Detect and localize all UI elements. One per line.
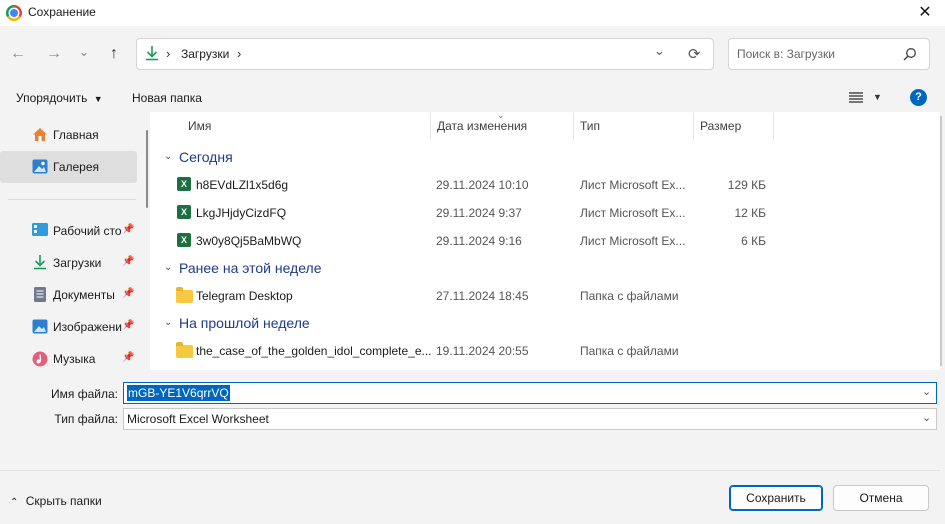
group-header-earlier-this-week[interactable]: Ранее на этой неделе [179, 260, 322, 276]
filename-input[interactable]: mGB-YE1V6qrrVQ ⌄ [123, 382, 937, 404]
hide-folders-button[interactable]: ⌃ Скрыть папки [10, 494, 102, 508]
search-input[interactable]: Поиск в: Загрузки [737, 47, 835, 61]
filename-value: mGB-YE1V6qrrVQ [127, 385, 230, 401]
chrome-icon [6, 5, 22, 21]
divider [0, 470, 940, 471]
chevron-up-icon: ⌃ [10, 497, 19, 508]
folder-icon [176, 342, 193, 358]
file-name: 3w0y8Qj5BaMbWQ [196, 234, 302, 248]
filetype-label: Тип файла: [54, 412, 118, 426]
documents-icon [34, 287, 46, 302]
file-date: 29.11.2024 10:10 [436, 178, 529, 192]
filename-label: Имя файла: [51, 387, 118, 401]
sidebar-item-label: Загрузки [53, 256, 102, 270]
group-collapse-icon[interactable]: ⌄ [164, 262, 172, 273]
pin-icon: 📌 [122, 224, 135, 235]
up-button[interactable]: ↑ [103, 43, 125, 65]
pin-icon: 📌 [122, 256, 135, 267]
hide-folders-label: Скрыть папки [25, 494, 102, 508]
file-date: 29.11.2024 9:37 [436, 206, 522, 220]
file-size: 12 КБ [734, 206, 766, 220]
home-icon [33, 128, 47, 141]
group-header-last-week[interactable]: На прошлой неделе [179, 315, 310, 331]
column-divider[interactable] [773, 113, 774, 139]
file-name: the_case_of_the_golden_idol_complete_e..… [196, 344, 432, 358]
sidebar-item-label: Галерея [53, 160, 100, 174]
file-name: Telegram Desktop [196, 289, 293, 303]
sidebar-item-label: Рабочий сто [53, 224, 122, 238]
organize-label: Упорядочить [16, 91, 88, 105]
view-dropdown-icon[interactable]: ▼ [873, 92, 882, 102]
sidebar-item-label: Изображени [53, 320, 122, 334]
file-list-scrollbar[interactable] [940, 116, 942, 366]
pin-icon: 📌 [122, 288, 135, 299]
excel-file-icon: X [177, 177, 191, 191]
column-divider[interactable] [693, 113, 694, 139]
filetype-select[interactable]: Microsoft Excel Worksheet ⌄ [123, 408, 937, 430]
file-type: Лист Microsoft Ex... [580, 234, 686, 248]
column-header-size[interactable]: Размер [700, 119, 741, 133]
window-title: Сохранение [28, 5, 96, 19]
filetype-value: Microsoft Excel Worksheet [127, 412, 269, 426]
view-options-icon[interactable] [849, 92, 863, 103]
breadcrumb-downloads[interactable]: Загрузки [181, 47, 229, 61]
new-folder-button[interactable]: Новая папка [132, 91, 202, 105]
pictures-icon [32, 319, 48, 334]
file-type: Папка с файлами [580, 289, 679, 303]
organize-button[interactable]: Упорядочить ▼ [16, 91, 103, 105]
divider [8, 199, 136, 200]
excel-file-icon: X [177, 205, 191, 219]
chevron-down-icon[interactable]: ⌄ [922, 411, 931, 424]
close-button[interactable]: ✕ [913, 2, 937, 24]
save-button[interactable]: Сохранить [729, 485, 823, 511]
column-header-type[interactable]: Тип [580, 119, 600, 133]
downloads-icon [146, 46, 158, 61]
folder-icon [176, 287, 193, 303]
file-date: 19.11.2024 20:55 [436, 344, 529, 358]
path-separator: › [166, 46, 171, 61]
column-divider[interactable] [430, 113, 431, 139]
path-separator-trailing[interactable]: › [237, 46, 241, 61]
search-icon[interactable] [903, 47, 917, 61]
column-header-name[interactable]: Имя [188, 119, 211, 133]
group-collapse-icon[interactable]: ⌄ [164, 317, 172, 328]
group-collapse-icon[interactable]: ⌄ [164, 151, 172, 162]
music-icon [32, 351, 48, 367]
gallery-icon [32, 159, 48, 174]
chevron-down-icon[interactable]: ⌄ [922, 385, 931, 398]
pin-icon: 📌 [122, 320, 135, 331]
downloads-icon [34, 255, 46, 270]
forward-button[interactable]: → [43, 43, 65, 65]
group-header-today[interactable]: Сегодня [179, 149, 233, 165]
sidebar-item-label: Документы [53, 288, 115, 302]
refresh-button[interactable]: ⟳ [688, 45, 701, 63]
file-size: 129 КБ [727, 178, 766, 192]
back-button[interactable]: ← [7, 43, 29, 65]
file-name: h8EVdLZl1x5d6g [196, 178, 289, 192]
sidebar-item-label: Главная [53, 128, 99, 142]
column-header-date[interactable]: Дата изменения [437, 119, 527, 133]
file-date: 29.11.2024 9:16 [436, 234, 522, 248]
recent-locations-button[interactable]: ⌄ [73, 41, 95, 63]
sidebar-scrollbar[interactable] [146, 130, 148, 208]
file-size: 6 КБ [741, 234, 766, 248]
file-name: LkgJHjdyCizdFQ [196, 206, 287, 220]
desktop-icon [32, 223, 48, 236]
chevron-down-icon: ▼ [93, 94, 103, 104]
pin-icon: 📌 [122, 352, 135, 363]
sidebar-item-label: Музыка [53, 352, 96, 366]
file-date: 27.11.2024 18:45 [436, 289, 529, 303]
cancel-button[interactable]: Отмена [833, 485, 929, 511]
excel-file-icon: X [177, 233, 191, 247]
help-button[interactable]: ? [910, 89, 927, 106]
column-divider[interactable] [573, 113, 574, 139]
address-dropdown-button[interactable]: ⌄ [654, 43, 665, 59]
file-type: Лист Microsoft Ex... [580, 178, 686, 192]
file-type: Лист Microsoft Ex... [580, 206, 686, 220]
file-type: Папка с файлами [580, 344, 679, 358]
title-bar [0, 0, 945, 26]
